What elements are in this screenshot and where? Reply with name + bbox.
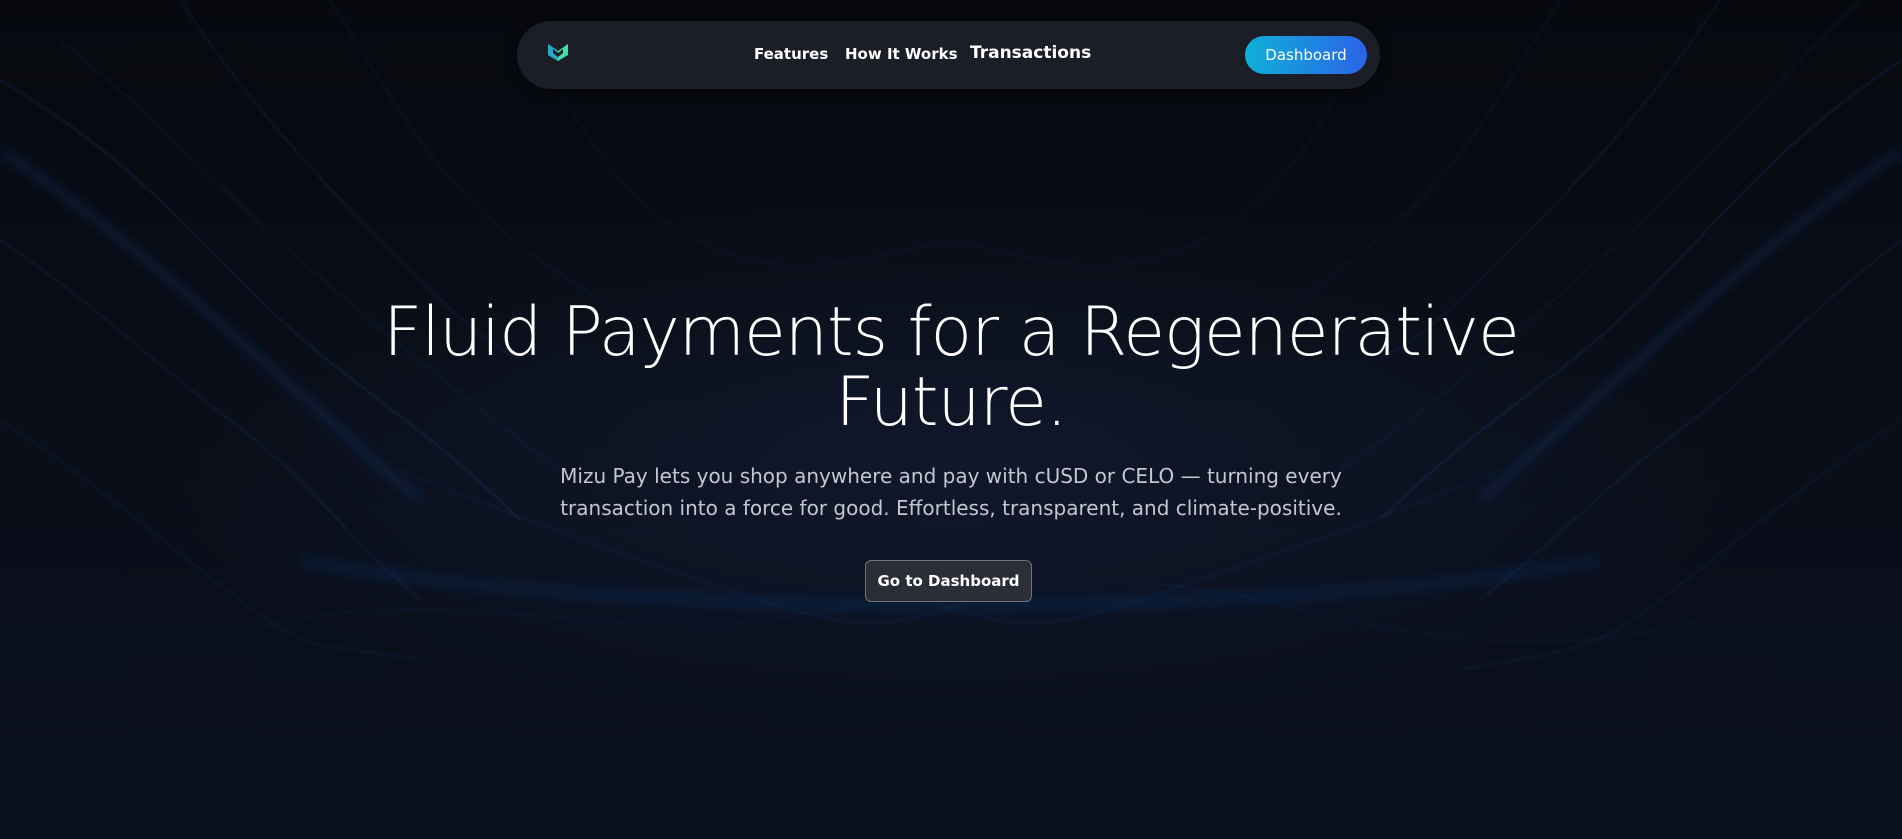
go-to-dashboard-button[interactable]: Go to Dashboard xyxy=(865,560,1032,602)
hero-subtitle-line1: Mizu Pay lets you shop anywhere and pay … xyxy=(560,464,1342,488)
top-navbar: Features How It Works Transactions Dashb… xyxy=(517,21,1380,89)
nav-link-how-it-works[interactable]: How It Works xyxy=(845,45,958,63)
hero-subtitle: Mizu Pay lets you shop anywhere and pay … xyxy=(551,460,1351,524)
hero-headline-line2: Future. xyxy=(835,363,1067,442)
nav-link-features[interactable]: Features xyxy=(754,45,828,63)
hero-section: Features How It Works Transactions Dashb… xyxy=(0,0,1902,839)
dashboard-button[interactable]: Dashboard xyxy=(1245,36,1367,74)
hero-subtitle-line2: transaction into a force for good. Effor… xyxy=(560,496,1342,520)
hero-headline: Fluid Payments for a Regenerative Future… xyxy=(351,298,1551,438)
nav-link-transactions[interactable]: Transactions xyxy=(970,43,1091,63)
hero-headline-line1: Fluid Payments for a Regenerative xyxy=(383,293,1520,372)
